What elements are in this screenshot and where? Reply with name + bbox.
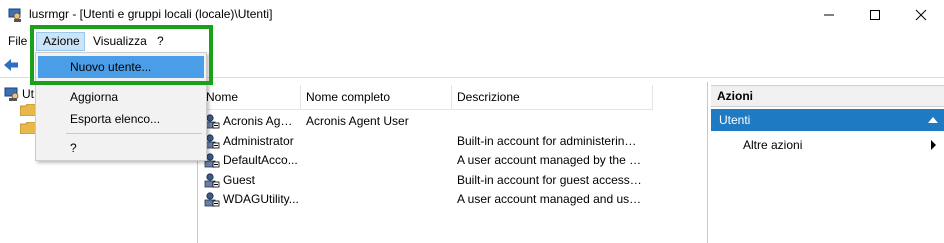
azione-dropdown-menu: Nuovo utente... Aggiorna Esporta elenco.…	[35, 52, 207, 161]
cell-nome: Acronis Agen...	[223, 114, 299, 128]
folder-icon[interactable]	[19, 121, 37, 135]
cell-descrizione: A user account managed by the sy...	[457, 153, 643, 167]
menu-bar: File Azione Visualizza ?	[0, 30, 944, 52]
cell-nome: Guest	[223, 172, 256, 187]
list-header: Nome Nome completo Descrizione	[201, 85, 653, 110]
action-altre-azioni[interactable]: Altre azioni	[743, 137, 802, 153]
close-icon	[915, 9, 927, 21]
actions-pane: Azioni Utenti Altre azioni	[711, 82, 944, 243]
menu-item-esporta-elenco[interactable]: Esporta elenco...	[38, 108, 204, 130]
menu-help[interactable]: ?	[151, 33, 170, 50]
menu-separator	[66, 133, 202, 134]
actions-section-utenti[interactable]: Utenti	[711, 109, 944, 131]
actions-header: Azioni	[711, 85, 944, 107]
column-header-nome[interactable]: Nome	[201, 85, 301, 110]
user-icon	[204, 191, 220, 207]
menu-visualizza[interactable]: Visualizza	[87, 33, 153, 50]
user-icon	[204, 172, 220, 188]
table-row[interactable]: DefaultAcco... A user account managed by …	[201, 151, 653, 170]
cell-nome: DefaultAcco...	[223, 153, 298, 167]
lusrmgr-app-icon	[7, 7, 23, 23]
cell-descrizione: Built-in account for administering ...	[457, 133, 643, 148]
close-button[interactable]	[898, 0, 944, 30]
folder-icon[interactable]	[19, 103, 37, 117]
window-title: lusrmgr - [Utenti e gruppi locali (local…	[29, 7, 273, 21]
table-row[interactable]: WDAGUtility... A user account managed and…	[201, 190, 653, 209]
cell-nome: WDAGUtility...	[223, 192, 299, 206]
menu-separator	[66, 82, 202, 83]
back-arrow-icon[interactable]	[3, 57, 19, 73]
cell-descrizione: Built-in account for guest access t...	[457, 172, 643, 187]
maximize-button[interactable]	[852, 0, 898, 30]
table-row[interactable]: Guest Built-in account for guest access t…	[201, 171, 653, 190]
menu-file[interactable]: File	[2, 33, 33, 50]
submenu-arrow-icon	[931, 140, 936, 150]
menu-azione[interactable]: Azione	[36, 32, 85, 51]
maximize-icon	[870, 10, 880, 20]
minimize-button[interactable]	[806, 0, 852, 30]
title-bar: lusrmgr - [Utenti e gruppi locali (local…	[0, 0, 944, 30]
cell-nome-completo: Acronis Agent User	[306, 114, 409, 128]
menu-item-help[interactable]: ?	[38, 137, 204, 159]
table-row[interactable]: Administrator Built-in account for admini…	[201, 132, 653, 151]
collapse-arrow-icon[interactable]	[928, 117, 938, 123]
table-row[interactable]: Acronis Agen... Acronis Agent User	[201, 112, 653, 131]
cell-descrizione: A user account managed and used...	[457, 192, 643, 206]
tree-root-label[interactable]: Ut	[22, 87, 34, 101]
cell-nome: Administrator	[223, 133, 294, 148]
minimize-icon	[824, 14, 834, 16]
actions-section-label: Utenti	[719, 113, 751, 127]
menu-item-aggiorna[interactable]: Aggiorna	[38, 86, 204, 108]
column-header-descrizione[interactable]: Descrizione	[452, 85, 653, 110]
column-header-nome-completo[interactable]: Nome completo	[301, 85, 452, 110]
menu-item-nuovo-utente[interactable]: Nuovo utente...	[38, 56, 204, 78]
users-list: Nome Nome completo Descrizione Acronis A…	[201, 82, 708, 243]
computer-management-icon	[4, 86, 20, 102]
